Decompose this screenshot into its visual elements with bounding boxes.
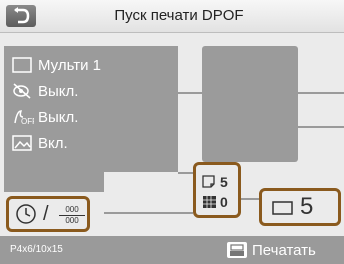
time-denominator: 000 bbox=[65, 216, 79, 225]
layout-setting[interactable]: Мульти 1 bbox=[12, 54, 101, 76]
copies-box[interactable]: 5 bbox=[259, 188, 341, 226]
sheets-count: 0 bbox=[220, 194, 228, 210]
correction-value: Вкл. bbox=[38, 134, 68, 152]
off-setting[interactable]: OFF Выкл. bbox=[12, 106, 78, 128]
print-button[interactable]: Печатать bbox=[226, 239, 344, 261]
connector-line bbox=[298, 126, 344, 128]
time-fraction: 000 000 bbox=[59, 205, 85, 226]
footer-bar: P4x6/10x15 Печатать bbox=[0, 236, 344, 264]
connector-line bbox=[178, 92, 202, 94]
settings-panel: Мульти 1 Выкл. OFF Выкл. Вкл. bbox=[4, 46, 178, 172]
redeye-setting[interactable]: Выкл. bbox=[12, 80, 78, 102]
layout-value: Мульти 1 bbox=[38, 56, 101, 74]
connector-line bbox=[298, 92, 344, 94]
back-arrow-icon bbox=[14, 7, 30, 24]
off-value: Выкл. bbox=[38, 108, 79, 126]
connector-line bbox=[241, 198, 259, 200]
redeye-icon bbox=[12, 81, 38, 101]
header-bar: Пуск печати DPOF bbox=[0, 0, 344, 33]
image-correction-icon bbox=[12, 133, 38, 153]
clock-icon bbox=[16, 204, 36, 224]
back-button[interactable] bbox=[6, 5, 36, 27]
images-count: 5 bbox=[220, 174, 228, 190]
correction-setting[interactable]: Вкл. bbox=[12, 132, 68, 154]
svg-text:OFF: OFF bbox=[21, 117, 34, 126]
layout-icon bbox=[12, 55, 38, 75]
copies-value: 5 bbox=[300, 193, 314, 220]
time-numerator: 000 bbox=[59, 205, 85, 216]
sheets-count-row: 0 bbox=[202, 193, 228, 211]
print-label: Печатать bbox=[252, 241, 316, 259]
timer-box[interactable]: / 000 000 bbox=[6, 196, 90, 232]
dpof-print-screen: Пуск печати DPOF Мульти 1 Выкл. OFF Выкл… bbox=[0, 0, 344, 264]
copy-sheet-icon bbox=[202, 175, 215, 188]
slash-separator: / bbox=[43, 203, 49, 225]
printer-icon bbox=[226, 241, 248, 259]
print-count-box: 5 0 bbox=[193, 162, 241, 218]
paper-icon bbox=[272, 201, 293, 215]
images-count-row: 5 bbox=[202, 173, 228, 191]
off-mode-icon: OFF bbox=[12, 107, 38, 127]
connector-line bbox=[178, 172, 193, 174]
sheets-grid-icon bbox=[203, 196, 216, 208]
redeye-value: Выкл. bbox=[38, 82, 79, 100]
settings-panel-extension bbox=[4, 172, 104, 192]
image-preview bbox=[202, 46, 298, 162]
connector-line bbox=[104, 212, 193, 214]
paper-size-label: P4x6/10x15 bbox=[10, 244, 63, 255]
page-title: Пуск печати DPOF bbox=[114, 7, 244, 24]
